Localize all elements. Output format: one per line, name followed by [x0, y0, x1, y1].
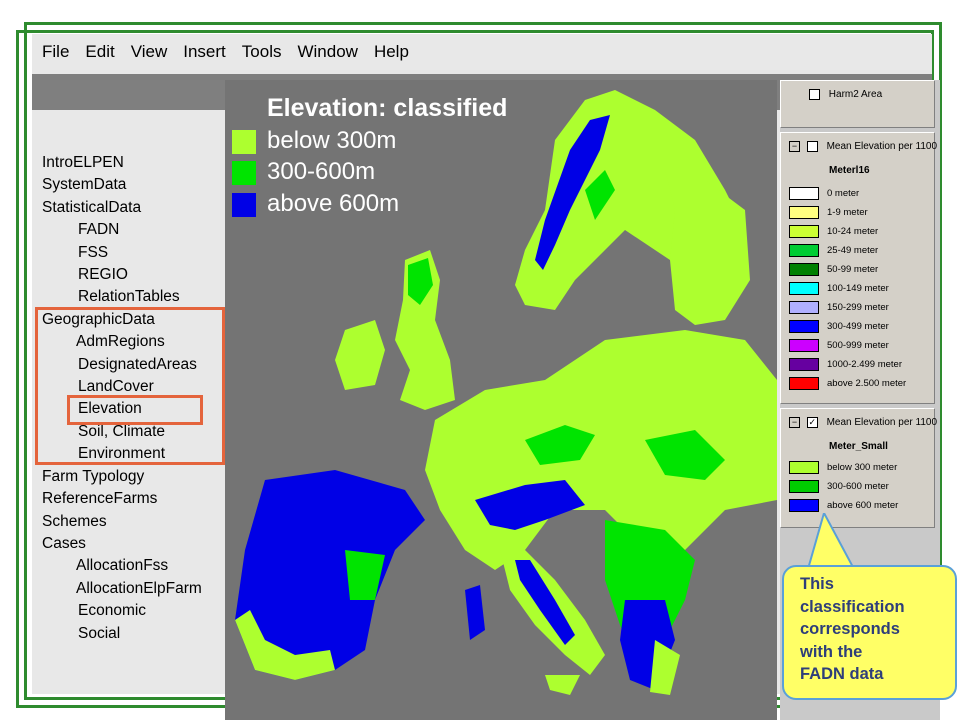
legend-class-label: 300-499 meter: [827, 321, 889, 332]
callout-line: This: [800, 575, 834, 593]
tree-item[interactable]: Social: [42, 623, 202, 645]
tree-item[interactable]: AllocationFss: [42, 555, 202, 577]
legend-class-label: 10-24 meter: [827, 226, 879, 237]
legend-label-below-300: below 300m: [267, 127, 397, 154]
legend-class-label: above 2.500 meter: [827, 378, 907, 389]
legend-class-label: 1000-2.499 meter: [827, 359, 902, 370]
callout-line: corresponds: [800, 620, 900, 638]
mean-elevation-1-checkbox[interactable]: [806, 141, 818, 152]
map-region-central-europe: [425, 330, 777, 570]
geographic-data-highlight-box: [35, 307, 225, 465]
tree-item[interactable]: AllocationElpFarm: [42, 578, 202, 600]
legend-class-swatch: [789, 480, 819, 493]
harm2-layer-label: Harm2 Area: [828, 89, 883, 101]
legend-class-label: 300-600 meter: [827, 481, 889, 492]
legend-label-above-600: above 600m: [267, 190, 400, 217]
legend-class-label: 150-299 meter: [827, 302, 889, 313]
legend-class-label: 100-149 meter: [827, 283, 889, 294]
legend-class-swatch: [789, 244, 819, 257]
fadn-note-callout: This classification corresponds with the…: [782, 565, 957, 700]
legend-class-swatch: [789, 320, 819, 333]
callout-line: FADN data: [800, 665, 884, 683]
map-legend-title: Elevation: classified: [267, 94, 508, 122]
collapse-toggle-icon[interactable]: −: [789, 417, 800, 428]
menu-file[interactable]: File: [42, 42, 69, 62]
map-region-sicily: [545, 675, 580, 695]
legend-class-label: 1-9 meter: [827, 207, 868, 218]
legend-class-swatch: [789, 187, 819, 200]
legend-label-300-600: 300-600m: [267, 158, 376, 185]
legend-swatch-above-600: [232, 193, 256, 217]
tree-item[interactable]: Schemes: [42, 511, 202, 533]
collapse-toggle-icon[interactable]: −: [789, 141, 800, 152]
legend-class-label: 50-99 meter: [827, 264, 879, 275]
tree-item[interactable]: StatisticalData: [42, 197, 202, 219]
mean-elevation-2-label: Mean Elevation per 1100: [826, 417, 938, 429]
legend-class-label: above 600 meter: [827, 500, 899, 511]
legend-class-swatch: [789, 282, 819, 295]
legend-class-swatch: [789, 358, 819, 371]
menu-insert[interactable]: Insert: [183, 42, 226, 62]
legend-class-swatch: [789, 225, 819, 238]
elevation-highlight-box: [67, 395, 203, 425]
tree-item[interactable]: Cases: [42, 533, 202, 555]
tree-item[interactable]: SystemData: [42, 174, 202, 196]
meterl16-legend-name: Meterl16: [829, 165, 870, 176]
callout-line: classification: [800, 597, 905, 616]
legend-class-label: 500-999 meter: [827, 340, 889, 351]
menu-help[interactable]: Help: [374, 42, 409, 62]
layer-harm2: Harm2 Area: [780, 80, 935, 128]
tree-item[interactable]: FADN: [42, 219, 202, 241]
legend-class-swatch: [789, 339, 819, 352]
legend-class-swatch: [789, 461, 819, 474]
tree-item[interactable]: ReferenceFarms: [42, 488, 202, 510]
menu-edit[interactable]: Edit: [85, 42, 114, 62]
menu-bar: File Edit View Insert Tools Window Help: [32, 34, 932, 70]
tree-item[interactable]: Economic: [42, 600, 202, 622]
menu-view[interactable]: View: [131, 42, 168, 62]
layer-mean-elevation-1: − Mean Elevation per 1100 Meterl16 0 met…: [780, 132, 938, 404]
tree-item[interactable]: IntroELPEN: [42, 152, 202, 174]
legend-class-swatch: [789, 301, 819, 314]
legend-swatch-300-600: [232, 161, 256, 185]
meter-small-legend-name: Meter_Small: [829, 441, 888, 452]
menu-tools[interactable]: Tools: [242, 42, 282, 62]
menu-window[interactable]: Window: [297, 42, 357, 62]
layer-mean-elevation-2: − ✓ Mean Elevation per 1100 Meter_Small …: [780, 408, 938, 528]
legend-class-swatch: [789, 263, 819, 276]
mean-elevation-1-label: Mean Elevation per 1100: [826, 141, 938, 153]
tree-item[interactable]: REGIO: [42, 264, 202, 286]
map-region-greece-coast: [650, 640, 680, 695]
callout-pointer: [806, 513, 856, 573]
tree-item[interactable]: Farm Typology: [42, 466, 202, 488]
tree-item[interactable]: RelationTables: [42, 286, 202, 308]
tree-item[interactable]: FSS: [42, 242, 202, 264]
legend-class-label: 0 meter: [827, 188, 860, 199]
legend-swatch-below-300: [232, 130, 256, 154]
legend-class-swatch: [789, 206, 819, 219]
legend-class-label: 25-49 meter: [827, 245, 879, 256]
mean-elevation-2-checkbox[interactable]: ✓: [806, 417, 818, 428]
map-region-iberia-hills: [345, 550, 385, 600]
callout-line: with the: [800, 642, 863, 661]
legend-class-label: below 300 meter: [827, 462, 898, 473]
harm2-visibility-checkbox[interactable]: [809, 89, 820, 100]
legend-class-swatch: [789, 499, 819, 512]
map-region-ireland: [335, 320, 385, 390]
legend-class-swatch: [789, 377, 819, 390]
map-region-sardinia: [465, 585, 485, 640]
map-region-finland: [665, 170, 750, 325]
